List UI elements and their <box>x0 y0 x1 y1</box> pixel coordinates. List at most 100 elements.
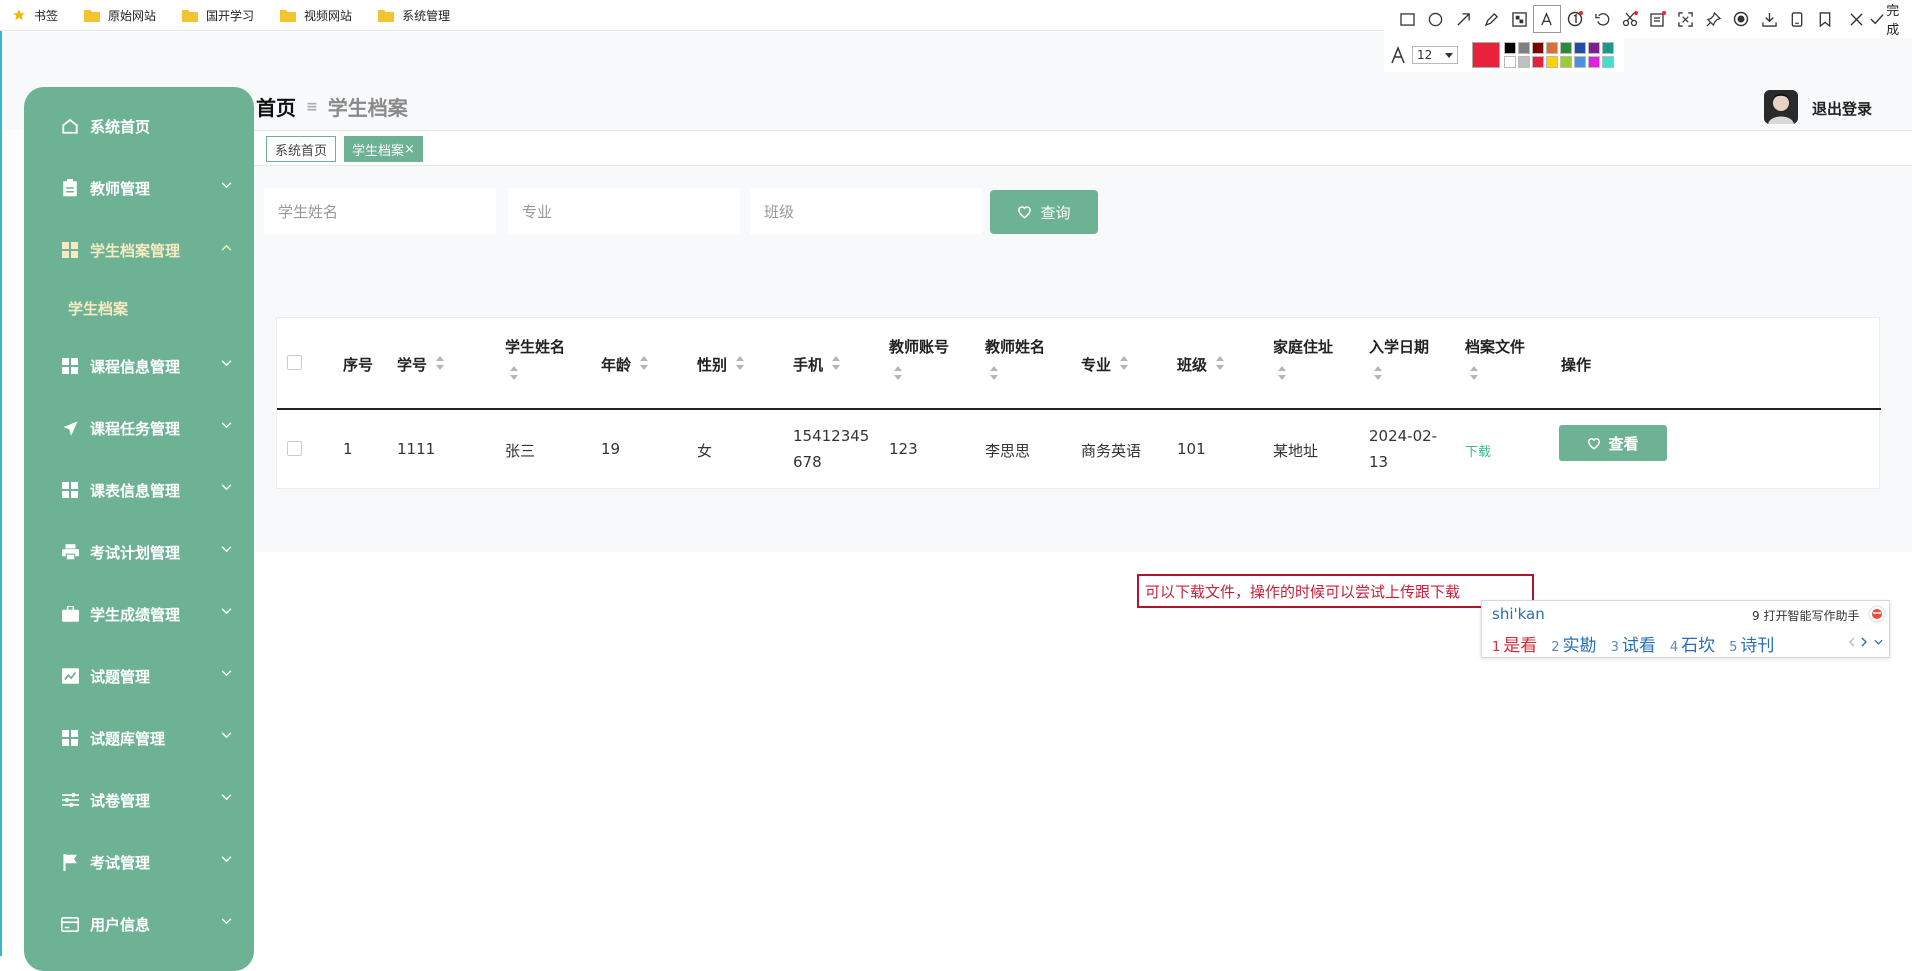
close-icon[interactable]: × <box>404 142 415 157</box>
header-student-no[interactable]: 学号 <box>397 318 477 408</box>
class-input[interactable]: 班级 <box>750 188 982 234</box>
ime-candidate[interactable]: 4 石坎 <box>1670 631 1715 656</box>
sort-icon[interactable] <box>989 366 999 380</box>
color-swatch[interactable] <box>1532 56 1544 68</box>
sort-icon[interactable] <box>509 366 519 380</box>
header-age[interactable]: 年龄 <box>601 318 661 408</box>
tab-home[interactable]: 系统首页 <box>266 136 337 162</box>
close-tool[interactable] <box>1843 5 1871 33</box>
ime-candidate[interactable]: 5 诗刊 <box>1729 631 1774 656</box>
color-swatch[interactable] <box>1574 56 1586 68</box>
header-file[interactable]: 档案文件 <box>1465 318 1545 408</box>
ime-candidate[interactable]: 3 试看 <box>1611 631 1656 656</box>
header-phone[interactable]: 手机 <box>793 318 853 408</box>
sidebar-item-questions[interactable]: 试题管理 <box>24 645 254 707</box>
breadcrumb-home[interactable]: 首页 <box>256 92 296 121</box>
sidebar-item-papers[interactable]: 试卷管理 <box>24 769 254 831</box>
sidebar-item-question-bank[interactable]: 试题库管理 <box>24 707 254 769</box>
font-size-select[interactable]: 12 <box>1412 46 1458 64</box>
ocr-tool[interactable] <box>1644 5 1672 33</box>
sidebar-item-course-task[interactable]: 课程任务管理 <box>24 397 254 459</box>
color-swatch[interactable] <box>1546 42 1558 54</box>
rectangle-tool[interactable] <box>1394 5 1422 33</box>
chevron-down-icon[interactable] <box>1874 639 1883 645</box>
header-enroll-date[interactable]: 入学日期 <box>1369 318 1449 408</box>
color-swatch[interactable] <box>1504 42 1516 54</box>
sort-icon[interactable] <box>435 356 445 370</box>
sidebar-item-teacher[interactable]: 教师管理 <box>24 157 254 219</box>
query-button[interactable]: 查询 <box>990 190 1098 234</box>
chevron-right-icon[interactable] <box>1860 637 1868 647</box>
sidebar-item-schedule[interactable]: 课表信息管理 <box>24 459 254 521</box>
select-all-checkbox[interactable] <box>287 355 302 370</box>
cut-tool[interactable] <box>1616 5 1644 33</box>
current-color-swatch[interactable] <box>1472 42 1500 68</box>
text-tool[interactable] <box>1532 5 1561 33</box>
color-swatch[interactable] <box>1546 56 1558 68</box>
bookmark-folder-study[interactable]: 国开学习 <box>182 7 254 24</box>
bookmark-tool[interactable] <box>1811 5 1839 33</box>
sidebar-item-course-info[interactable]: 课程信息管理 <box>24 335 254 397</box>
mosaic-tool[interactable] <box>1505 5 1533 33</box>
major-input[interactable]: 专业 <box>508 188 740 234</box>
header-teacher-name[interactable]: 教师姓名 <box>985 318 1065 408</box>
sort-icon[interactable] <box>1277 366 1287 380</box>
ime-candidate[interactable]: 1 是看 <box>1492 631 1537 656</box>
sidebar-item-student-archive[interactable]: 学生档案管理 <box>24 219 254 281</box>
logout-button[interactable]: 退出登录 <box>1812 98 1872 119</box>
sort-icon[interactable] <box>639 356 649 370</box>
region-tool[interactable] <box>1672 5 1700 33</box>
header-teacher-account[interactable]: 教师账号 <box>889 318 969 408</box>
ellipse-tool[interactable] <box>1422 5 1450 33</box>
undo-tool[interactable] <box>1588 5 1616 33</box>
color-swatch[interactable] <box>1560 56 1572 68</box>
annotation-text-box[interactable]: 可以下载文件，操作的时候可以尝试上传跟下载 <box>1137 574 1534 608</box>
sort-icon[interactable] <box>1215 356 1225 370</box>
header-gender[interactable]: 性别 <box>697 318 757 408</box>
color-swatch[interactable] <box>1518 42 1530 54</box>
header-student-name[interactable]: 学生姓名 <box>505 318 585 408</box>
color-swatch[interactable] <box>1602 42 1614 54</box>
pen-tool[interactable] <box>1477 5 1505 33</box>
sort-icon[interactable] <box>893 366 903 380</box>
color-swatch[interactable] <box>1574 42 1586 54</box>
bookmark-folder-video[interactable]: 视频网站 <box>280 7 352 24</box>
row-checkbox[interactable] <box>287 441 302 456</box>
header-class[interactable]: 班级 <box>1177 318 1237 408</box>
ime-candidate[interactable]: 2 实勘 <box>1551 631 1596 656</box>
sort-icon[interactable] <box>831 356 841 370</box>
pin-tool[interactable] <box>1700 5 1728 33</box>
sidebar-item-user-info[interactable]: 用户信息 <box>24 893 254 955</box>
bookmark-folder-original[interactable]: 原始网站 <box>84 7 156 24</box>
color-swatch[interactable] <box>1602 56 1614 68</box>
bookmark-star[interactable]: 书签 <box>12 7 58 24</box>
sort-icon[interactable] <box>1119 356 1129 370</box>
sidebar-item-scores[interactable]: 学生成绩管理 <box>24 583 254 645</box>
number-tool[interactable] <box>1561 5 1589 33</box>
sidebar-item-exam-plan[interactable]: 考试计划管理 <box>24 521 254 583</box>
sidebar-item-exams[interactable]: 考试管理 <box>24 831 254 893</box>
color-swatch[interactable] <box>1588 56 1600 68</box>
download-link[interactable]: 下载 <box>1465 441 1491 460</box>
sidebar-subitem-student-archive[interactable]: 学生档案 <box>24 281 254 335</box>
sidebar-item-home[interactable]: 系统首页 <box>24 95 254 157</box>
sort-icon[interactable] <box>735 356 745 370</box>
color-swatch[interactable] <box>1504 56 1516 68</box>
color-swatch[interactable] <box>1560 42 1572 54</box>
color-swatch[interactable] <box>1518 56 1530 68</box>
tab-student-archive[interactable]: 学生档案 × <box>344 136 423 162</box>
chevron-left-icon[interactable] <box>1848 637 1856 647</box>
ime-assistant-hint[interactable]: 9 打开智能写作助手 <box>1752 607 1859 624</box>
avatar[interactable] <box>1764 90 1798 124</box>
done-button[interactable]: 完成 <box>1870 4 1912 38</box>
phone-tool[interactable] <box>1783 5 1811 33</box>
header-address[interactable]: 家庭住址 <box>1273 318 1353 408</box>
sort-icon[interactable] <box>1469 366 1479 380</box>
arrow-tool[interactable] <box>1450 5 1478 33</box>
bookmark-folder-system[interactable]: 系统管理 <box>378 7 450 24</box>
download-tool[interactable] <box>1755 5 1783 33</box>
view-button[interactable]: 查看 <box>1559 425 1667 461</box>
color-swatch[interactable] <box>1588 42 1600 54</box>
color-swatch[interactable] <box>1532 42 1544 54</box>
student-name-input[interactable]: 学生姓名 <box>264 188 496 234</box>
